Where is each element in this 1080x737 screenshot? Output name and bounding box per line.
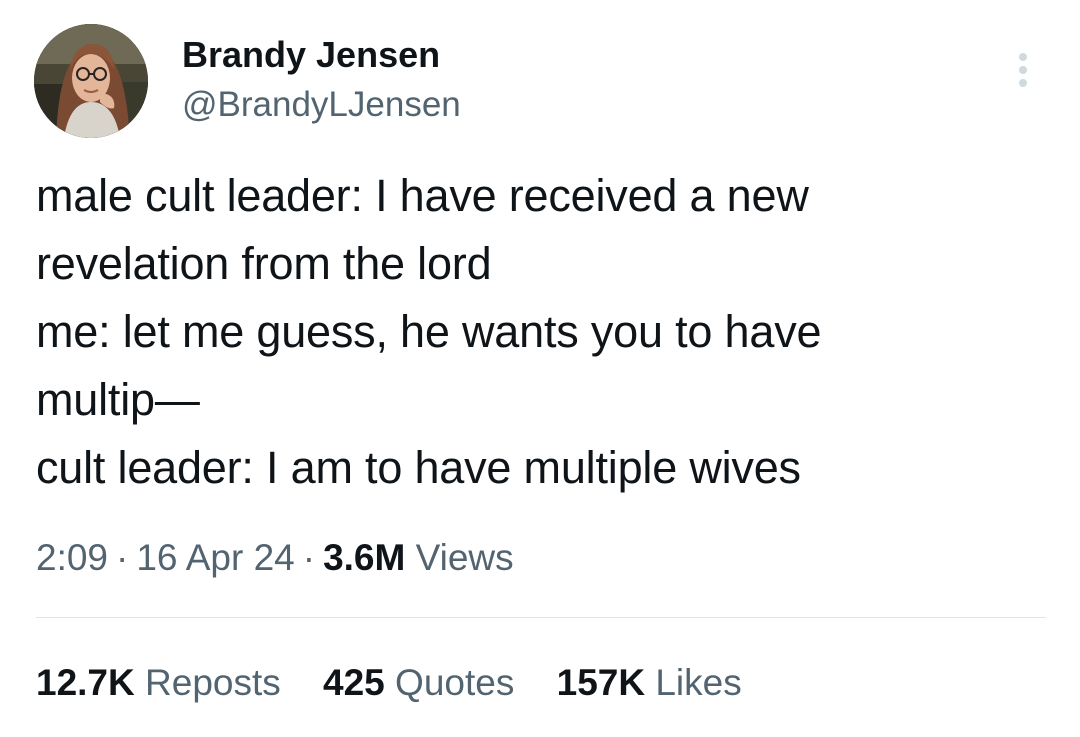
quotes-label: Quotes bbox=[395, 662, 515, 703]
tweet-time[interactable]: 2:09 bbox=[36, 537, 108, 578]
tweet-text: male cult leader: I have received a new … bbox=[36, 162, 1046, 502]
likes-stat[interactable]: 157K Likes bbox=[557, 658, 742, 708]
user-handle[interactable]: @BrandyLJensen bbox=[182, 84, 461, 126]
more-vertical-icon bbox=[1019, 53, 1027, 87]
avatar-photo bbox=[34, 24, 148, 138]
avatar[interactable] bbox=[34, 24, 148, 138]
divider bbox=[36, 617, 1046, 618]
tweet-line: me: let me guess, he wants you to have bbox=[36, 306, 822, 357]
tweet-line: revelation from the lord bbox=[36, 238, 492, 289]
tweet-line: multip— bbox=[36, 374, 200, 425]
meta-separator: · bbox=[116, 537, 129, 578]
tweet-date[interactable]: 16 Apr 24 bbox=[136, 537, 294, 578]
meta-separator: · bbox=[302, 537, 316, 578]
reposts-count: 12.7K bbox=[36, 662, 135, 703]
reposts-stat[interactable]: 12.7K Reposts bbox=[36, 658, 281, 708]
views-label: Views bbox=[415, 537, 514, 578]
tweet-line: cult leader: I am to have multiple wives bbox=[36, 442, 801, 493]
tweet-meta: 2:09 · 16 Apr 24 · 3.6M Views bbox=[36, 534, 514, 582]
display-name[interactable]: Brandy Jensen bbox=[182, 34, 440, 76]
more-options-button[interactable] bbox=[1006, 48, 1040, 92]
quotes-count: 425 bbox=[323, 662, 385, 703]
quotes-stat[interactable]: 425 Quotes bbox=[323, 658, 514, 708]
engagement-stats: 12.7K Reposts 425 Quotes 157K Likes bbox=[36, 658, 774, 708]
likes-count: 157K bbox=[556, 662, 646, 703]
tweet-line: male cult leader: I have received a new bbox=[36, 170, 809, 221]
likes-label: Likes bbox=[655, 662, 742, 703]
reposts-label: Reposts bbox=[145, 662, 281, 703]
views-count: 3.6M bbox=[323, 537, 406, 578]
